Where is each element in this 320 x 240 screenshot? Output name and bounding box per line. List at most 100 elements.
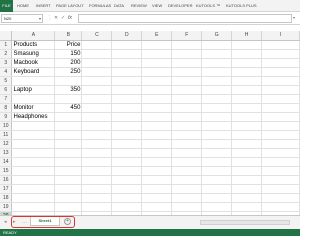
cell-f19[interactable] (171, 202, 203, 212)
cell-d2[interactable] (111, 49, 143, 59)
cell-d3[interactable] (111, 58, 143, 68)
cell-a6[interactable]: Laptop (11, 85, 56, 95)
tab-view[interactable]: VIEW (152, 0, 162, 12)
cell-g18[interactable] (201, 193, 233, 203)
cell-f13[interactable] (171, 148, 203, 158)
column-header-g[interactable]: G (201, 31, 233, 41)
cell-f15[interactable] (171, 166, 203, 176)
cell-a17[interactable] (11, 184, 56, 194)
cell-c1[interactable] (81, 40, 113, 50)
cell-g16[interactable] (201, 175, 233, 185)
file-tab[interactable]: FILE (0, 0, 13, 12)
cell-c15[interactable] (81, 166, 113, 176)
cell-e2[interactable] (141, 49, 173, 59)
column-header-c[interactable]: C (81, 31, 113, 41)
cell-d8[interactable] (111, 103, 143, 113)
cell-e1[interactable] (141, 40, 173, 50)
cell-f11[interactable] (171, 130, 203, 140)
cell-d16[interactable] (111, 175, 143, 185)
cell-e17[interactable] (141, 184, 173, 194)
cell-g9[interactable] (201, 112, 233, 122)
cell-c4[interactable] (81, 67, 113, 77)
cell-e13[interactable] (141, 148, 173, 158)
cell-a2[interactable]: Smasung (11, 49, 56, 59)
cell-h11[interactable] (231, 130, 263, 140)
cell-g6[interactable] (201, 85, 233, 95)
cell-c7[interactable] (81, 94, 113, 104)
cell-i18[interactable] (261, 193, 300, 203)
cell-b2[interactable]: 150 (54, 49, 83, 59)
cell-a8[interactable]: Monitor (11, 103, 56, 113)
cell-i17[interactable] (261, 184, 300, 194)
row-header[interactable]: 7 (0, 94, 13, 104)
row-header[interactable]: 16 (0, 175, 13, 185)
cell-a18[interactable] (11, 193, 56, 203)
cell-h17[interactable] (231, 184, 263, 194)
cell-h10[interactable] (231, 121, 263, 131)
cell-h15[interactable] (231, 166, 263, 176)
cell-f12[interactable] (171, 139, 203, 149)
scroll-tabs-left-icon[interactable]: ◂ (4, 219, 7, 226)
cell-f10[interactable] (171, 121, 203, 131)
cell-e10[interactable] (141, 121, 173, 131)
row-header[interactable]: 9 (0, 112, 13, 122)
cell-d15[interactable] (111, 166, 143, 176)
row-header[interactable]: 17 (0, 184, 13, 194)
cell-i5[interactable] (261, 76, 300, 86)
column-header-f[interactable]: F (171, 31, 203, 41)
cell-f8[interactable] (171, 103, 203, 113)
cell-b10[interactable] (54, 121, 83, 131)
cell-i2[interactable] (261, 49, 300, 59)
cell-d12[interactable] (111, 139, 143, 149)
expand-formula-bar-icon[interactable]: ▾ (293, 14, 295, 22)
cell-g7[interactable] (201, 94, 233, 104)
row-header[interactable]: 13 (0, 148, 13, 158)
cell-a4[interactable]: Keyboard (11, 67, 56, 77)
column-header-h[interactable]: H (231, 31, 263, 41)
cell-c5[interactable] (81, 76, 113, 86)
cell-b15[interactable] (54, 166, 83, 176)
cell-d19[interactable] (111, 202, 143, 212)
row-header[interactable]: 5 (0, 76, 13, 86)
cell-g1[interactable] (201, 40, 233, 50)
tab-kutools[interactable]: KUTOOLS ™ (196, 0, 220, 12)
cell-g2[interactable] (201, 49, 233, 59)
cell-b8[interactable]: 450 (54, 103, 83, 113)
cell-i6[interactable] (261, 85, 300, 95)
cell-f6[interactable] (171, 85, 203, 95)
worksheet-grid[interactable]: ABCDEFGHI 1 Products Price 2 Smasung 150 3 Macb… (0, 31, 300, 215)
cell-a3[interactable]: Macbook (11, 58, 56, 68)
cancel-icon[interactable]: ✕ (54, 14, 58, 22)
cell-e9[interactable] (141, 112, 173, 122)
cell-f17[interactable] (171, 184, 203, 194)
cell-e12[interactable] (141, 139, 173, 149)
cell-f5[interactable] (171, 76, 203, 86)
cell-a14[interactable] (11, 157, 56, 167)
cell-g10[interactable] (201, 121, 233, 131)
horizontal-scrollbar[interactable] (200, 220, 290, 225)
cell-e6[interactable] (141, 85, 173, 95)
cell-e15[interactable] (141, 166, 173, 176)
cell-c6[interactable] (81, 85, 113, 95)
cell-g13[interactable] (201, 148, 233, 158)
cell-a15[interactable] (11, 166, 56, 176)
cell-a10[interactable] (11, 121, 56, 131)
cell-a9[interactable]: Headphones (11, 112, 56, 122)
row-header[interactable]: 19 (0, 202, 13, 212)
cell-h14[interactable] (231, 157, 263, 167)
cell-c16[interactable] (81, 175, 113, 185)
cell-c11[interactable] (81, 130, 113, 140)
tab-review[interactable]: REVIEW (131, 0, 147, 12)
chevron-down-icon[interactable]: ▾ (39, 15, 41, 22)
cell-g14[interactable] (201, 157, 233, 167)
cell-d14[interactable] (111, 157, 143, 167)
cell-d10[interactable] (111, 121, 143, 131)
cell-f7[interactable] (171, 94, 203, 104)
cell-h18[interactable] (231, 193, 263, 203)
cell-g5[interactable] (201, 76, 233, 86)
cell-e4[interactable] (141, 67, 173, 77)
cell-c13[interactable] (81, 148, 113, 158)
cell-i16[interactable] (261, 175, 300, 185)
cell-d4[interactable] (111, 67, 143, 77)
row-header[interactable]: 18 (0, 193, 13, 203)
